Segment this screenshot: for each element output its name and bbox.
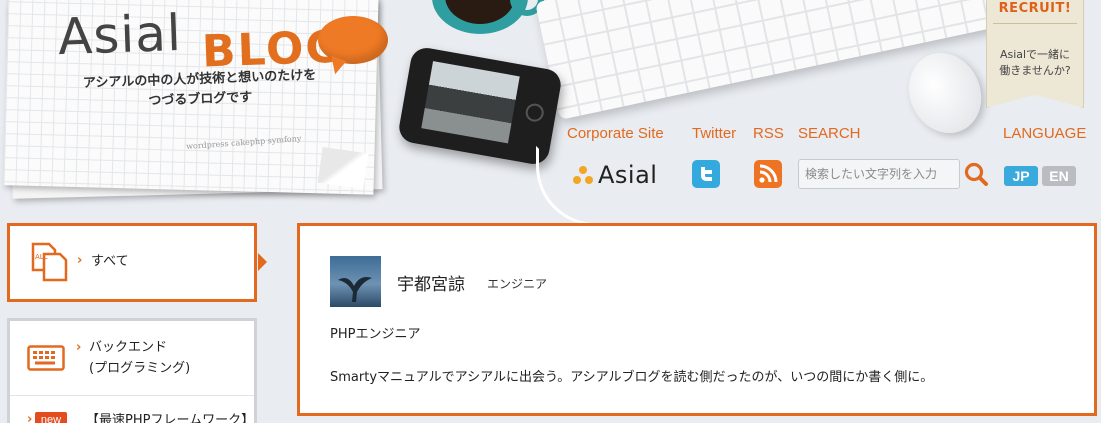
chevron-right-icon: › [77,253,83,268]
sidebar-item-label-line-2: (プログラミング) [89,361,191,376]
sidebar-item-backend[interactable]: › バックエンド (プログラミング) [10,321,254,395]
logo-asial-text[interactable]: Asial [57,4,183,66]
nav-language-link[interactable]: LANGUAGE [1003,125,1086,142]
author-title: PHPエンジニア [330,327,421,342]
sidebar-item-label-line-1: バックエンド [89,340,168,355]
sidebar-item-label: 【最速PHPフレームワーク】 [86,413,255,423]
author-name[interactable]: 宇都宮諒 [397,270,465,295]
twitter-bird-icon [701,167,712,181]
phone-screen-photo [421,61,520,144]
speech-bubble-icon [318,16,388,64]
chevron-right-icon: › [27,412,33,423]
author-bio: Smartyマニュアルでアシアルに出会う。アシアルブログを読む側だったのが、いつ… [330,370,934,385]
sidebar-item-label: すべて [91,254,129,269]
coffee-cup-image [432,0,544,34]
nav-corporate-site-link[interactable]: Corporate Site [567,125,664,142]
new-badge: new [35,412,67,423]
mouse-image [895,41,995,145]
svg-text:ALL: ALL [35,253,48,261]
recruit-text-line-1: Asialで一緒に [999,48,1071,61]
page-curl-decoration [317,146,369,190]
rss-icon[interactable] [754,160,782,188]
recruit-banner[interactable]: RECRUIT! Asialで一緒に 働きませんか? [986,0,1084,108]
keyboard-icon [27,345,65,371]
twitter-icon[interactable] [692,160,720,188]
chevron-right-icon: › [76,340,82,355]
asial-corporate-logo[interactable]: Asial [572,158,676,192]
search-icon[interactable] [963,161,989,187]
asial-logo-text: Asial [598,161,658,189]
search-input[interactable] [798,159,960,189]
whale-tail-image [338,277,372,302]
rss-feed-icon [759,164,778,183]
recruit-divider [993,23,1077,24]
sidebar-category-list: › バックエンド (プログラミング) › 【最速PHPフレームワーク】 [7,318,257,423]
author-avatar[interactable] [330,256,381,307]
author-profile-card: 宇都宮諒 エンジニア PHPエンジニア Smartyマニュアルでアシアルに出会う… [297,223,1097,416]
recruit-text-line-2: 働きませんか? [999,64,1071,77]
author-role: エンジニア [487,277,548,291]
recruit-text: Asialで一緒に 働きませんか? [987,47,1083,79]
all-documents-icon: ALL [31,242,68,282]
asial-dots-icon [572,164,598,186]
recruit-title: RECRUIT! [998,1,1072,16]
phone-home-button [524,102,546,124]
nav-rss-link[interactable]: RSS [753,125,784,142]
language-en-button[interactable]: EN [1042,166,1076,186]
nav-twitter-link[interactable]: Twitter [692,125,736,142]
nav-search-label: SEARCH [798,125,861,142]
sidebar-item-all[interactable]: ALL › すべて [7,223,267,302]
language-jp-button[interactable]: JP [1004,166,1038,186]
